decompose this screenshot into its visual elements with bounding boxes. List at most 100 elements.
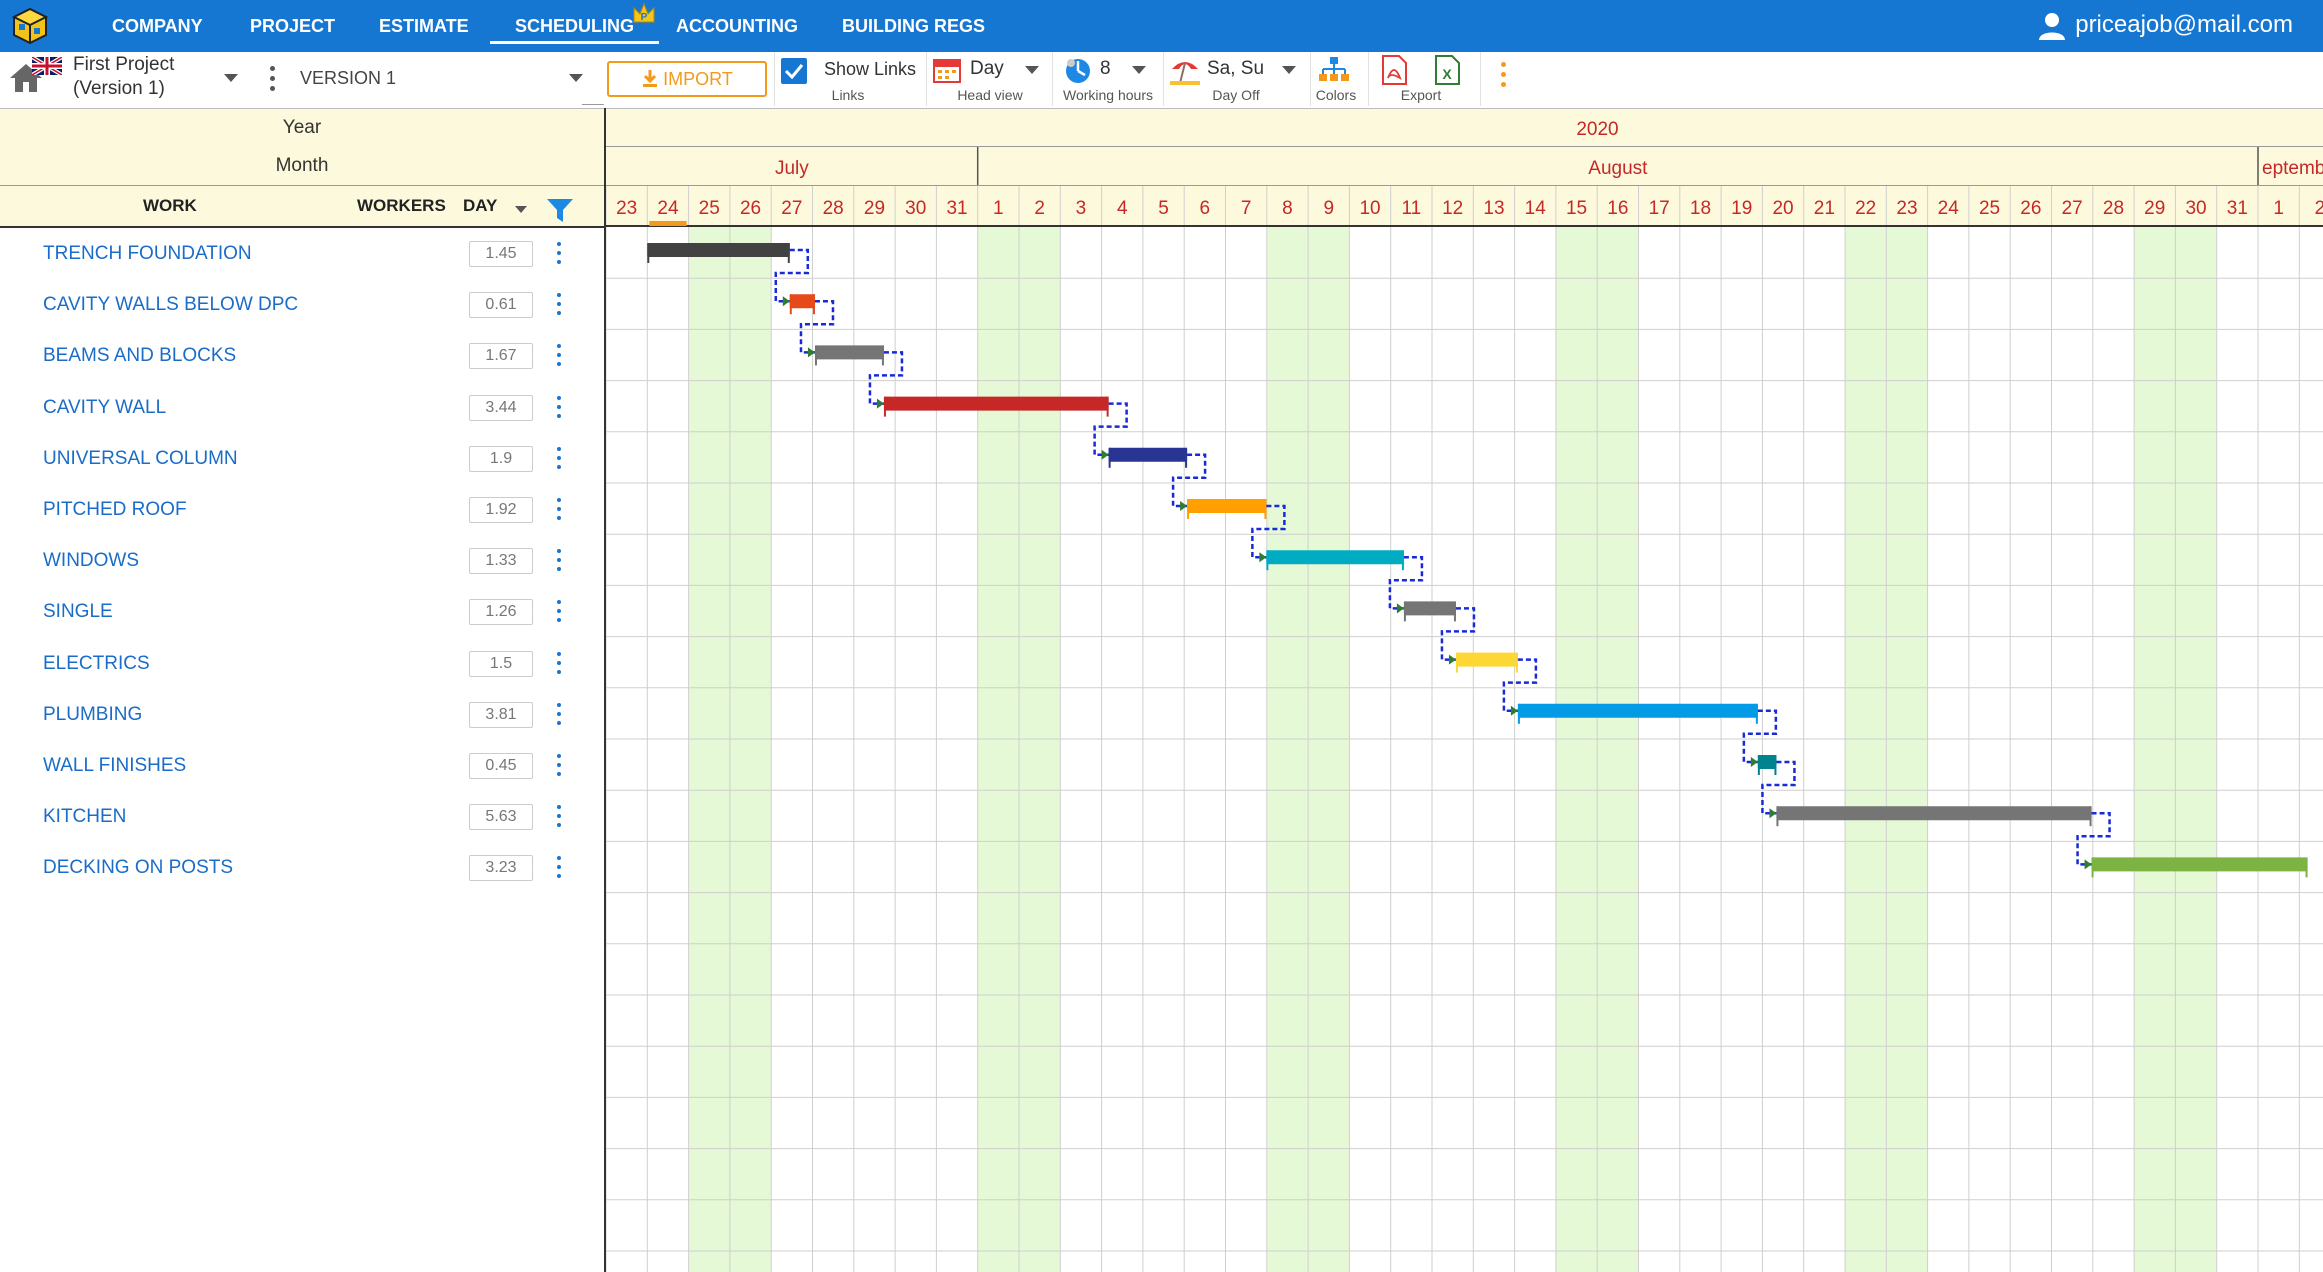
task-days-input[interactable]: 1.33: [469, 548, 533, 575]
day-off-beach-icon[interactable]: [1168, 55, 1202, 85]
day-label[interactable]: 25: [1979, 198, 2000, 219]
day-label[interactable]: 3: [1076, 198, 1087, 219]
task-row[interactable]: UNIVERSAL COLUMN 1.9: [0, 433, 604, 484]
day-label[interactable]: 29: [2144, 198, 2165, 219]
task-days-input[interactable]: 3.44: [469, 394, 533, 421]
working-hours-select[interactable]: 8: [1100, 58, 1111, 80]
day-label[interactable]: 4: [1117, 198, 1128, 219]
day-label[interactable]: 31: [2227, 198, 2248, 219]
show-links-label[interactable]: Show Links: [824, 59, 916, 80]
task-name[interactable]: UNIVERSAL COLUMN: [43, 433, 238, 484]
day-label[interactable]: 21: [1814, 198, 1835, 219]
task-bar[interactable]: [1757, 755, 1777, 769]
task-bar[interactable]: [1776, 806, 2092, 821]
day-label[interactable]: 1: [2273, 198, 2284, 219]
day-label[interactable]: 27: [781, 198, 802, 219]
day-off-select[interactable]: Sa, Su: [1207, 58, 1264, 80]
day-label[interactable]: 8: [1282, 198, 1293, 219]
task-row[interactable]: BEAMS AND BLOCKS 1.67: [0, 330, 604, 381]
nav-accounting[interactable]: ACCOUNTING: [676, 0, 798, 52]
task-row[interactable]: PLUMBING 3.81: [0, 689, 604, 740]
task-bar[interactable]: [647, 243, 790, 257]
task-name[interactable]: WALL FINISHES: [43, 740, 186, 791]
task-bar[interactable]: [814, 345, 884, 360]
day-label[interactable]: 5: [1158, 198, 1169, 219]
task-bar[interactable]: [1108, 447, 1188, 462]
task-name[interactable]: WINDOWS: [43, 535, 139, 586]
export-pdf-icon[interactable]: [1380, 54, 1408, 86]
day-label[interactable]: 13: [1483, 198, 1504, 219]
day-label[interactable]: 26: [740, 198, 761, 219]
day-label[interactable]: 18: [1690, 198, 1711, 219]
day-label[interactable]: 1: [993, 198, 1004, 219]
day-label[interactable]: 20: [1772, 198, 1793, 219]
day-label[interactable]: 2: [2315, 198, 2323, 219]
task-days-input[interactable]: 0.45: [469, 753, 533, 779]
task-row[interactable]: DECKING ON POSTS 3.23: [0, 842, 604, 893]
day-label[interactable]: 24: [1938, 198, 1960, 219]
task-days-input[interactable]: 1.26: [469, 599, 533, 626]
task-name[interactable]: CAVITY WALLS BELOW DPC: [43, 279, 298, 330]
workers-column-header[interactable]: WORKERS: [357, 196, 446, 216]
day-label[interactable]: 7: [1241, 198, 1252, 219]
day-label[interactable]: 28: [823, 198, 844, 219]
task-more-icon[interactable]: [552, 291, 566, 319]
day-label[interactable]: 6: [1200, 198, 1211, 219]
day-label[interactable]: 24: [657, 198, 679, 219]
day-label[interactable]: 31: [946, 198, 967, 219]
project-dropdown-icon[interactable]: [224, 74, 238, 82]
task-bar[interactable]: [883, 396, 1109, 411]
task-more-icon[interactable]: [552, 854, 566, 882]
project-name[interactable]: First Project: [73, 54, 174, 76]
version-dropdown-icon[interactable]: [569, 74, 583, 82]
task-bar[interactable]: [789, 294, 815, 309]
task-days-input[interactable]: 0.61: [469, 292, 533, 319]
task-row[interactable]: PITCHED ROOF 1.92: [0, 484, 604, 535]
calendar-icon[interactable]: [932, 56, 962, 84]
import-button[interactable]: IMPORT: [607, 61, 767, 97]
task-name[interactable]: PITCHED ROOF: [43, 484, 187, 535]
day-label[interactable]: 28: [2103, 198, 2124, 219]
dependency-link[interactable]: [1388, 555, 1424, 610]
dependency-link[interactable]: [774, 248, 810, 303]
dependency-link[interactable]: [1440, 607, 1476, 661]
task-more-icon[interactable]: [552, 598, 566, 626]
task-name[interactable]: BEAMS AND BLOCKS: [43, 330, 236, 381]
day-label[interactable]: 12: [1442, 198, 1463, 219]
task-name[interactable]: ELECTRICS: [43, 638, 150, 689]
user-account[interactable]: priceajob@mail.com: [2037, 0, 2293, 52]
task-days-input[interactable]: 3.23: [469, 855, 533, 882]
task-bar[interactable]: [1517, 703, 1758, 718]
head-view-dropdown-icon[interactable]: [1025, 66, 1039, 74]
day-off-dropdown-icon[interactable]: [1282, 66, 1296, 74]
day-label[interactable]: 14: [1525, 198, 1547, 219]
day-label[interactable]: 15: [1566, 198, 1587, 219]
task-name[interactable]: TRENCH FOUNDATION: [43, 228, 252, 279]
task-row[interactable]: ELECTRICS 1.5: [0, 638, 604, 689]
task-name[interactable]: PLUMBING: [43, 689, 142, 740]
task-row[interactable]: TRENCH FOUNDATION 1.45: [0, 228, 604, 279]
day-sort-icon[interactable]: [515, 206, 527, 213]
nav-building-regs[interactable]: BUILDING REGS: [842, 0, 985, 52]
day-label[interactable]: 10: [1359, 198, 1380, 219]
day-label[interactable]: 26: [2020, 198, 2041, 219]
task-row[interactable]: CAVITY WALL 3.44: [0, 382, 604, 433]
task-more-icon[interactable]: [552, 701, 566, 729]
task-row[interactable]: SINGLE 1.26: [0, 586, 604, 637]
dependency-link[interactable]: [799, 299, 835, 354]
working-hours-dropdown-icon[interactable]: [1132, 66, 1146, 74]
task-row[interactable]: CAVITY WALLS BELOW DPC 0.61: [0, 279, 604, 330]
toolbar-more-icon[interactable]: [1500, 62, 1508, 92]
working-hours-icon[interactable]: [1063, 55, 1093, 85]
day-label[interactable]: 11: [1401, 198, 1421, 219]
day-label[interactable]: 30: [905, 198, 926, 219]
day-column-header[interactable]: DAY: [463, 196, 497, 216]
task-days-input[interactable]: 1.92: [469, 497, 533, 523]
app-logo-icon[interactable]: [10, 6, 50, 46]
task-days-input[interactable]: 1.9: [469, 445, 533, 472]
task-bar[interactable]: [1187, 499, 1267, 513]
filter-icon[interactable]: [545, 196, 575, 224]
task-name[interactable]: DECKING ON POSTS: [43, 842, 233, 893]
version-select[interactable]: VERSION 1: [300, 68, 396, 89]
task-more-icon[interactable]: [552, 342, 566, 370]
